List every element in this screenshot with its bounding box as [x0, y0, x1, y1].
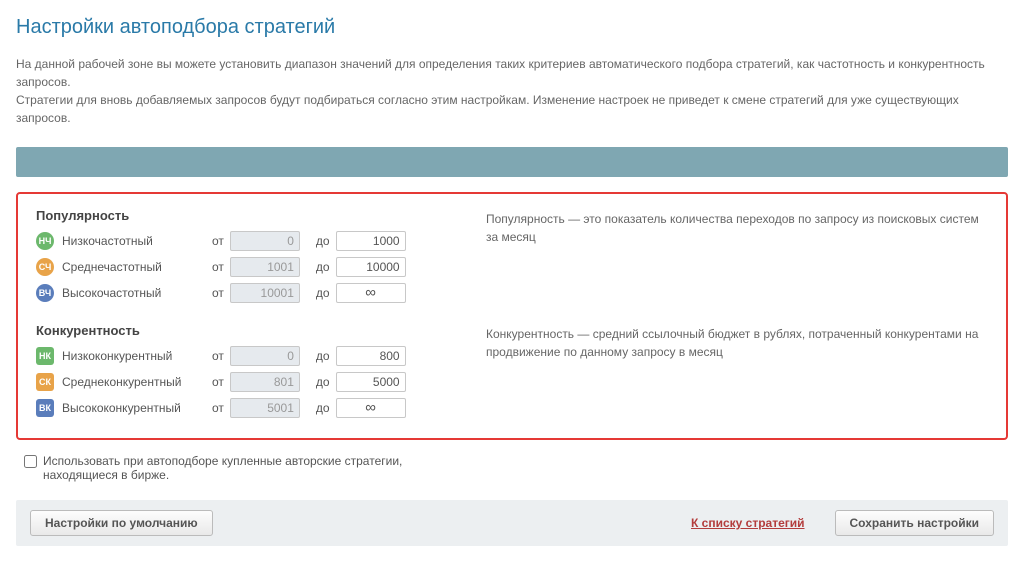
pop-high-to-infinity-icon: ∞	[336, 283, 406, 303]
competition-title: Конкурентность	[36, 323, 456, 338]
label-low-comp: Низкоконкурентный	[62, 349, 212, 363]
to-label: до	[316, 375, 330, 389]
badge-low-comp-icon: НК	[36, 347, 54, 365]
pop-low-from-input	[230, 231, 300, 251]
pop-mid-to-input[interactable]	[336, 257, 406, 277]
from-label: от	[212, 260, 224, 274]
to-label: до	[316, 401, 330, 415]
comp-high-to-infinity-icon: ∞	[336, 398, 406, 418]
badge-high-comp-icon: ВК	[36, 399, 54, 417]
description-p1: На данной рабочей зоне вы можете установ…	[16, 57, 985, 89]
strategies-list-link[interactable]: К списку стратегий	[691, 516, 805, 530]
description-p2: Стратегии для вновь добавляемых запросов…	[16, 93, 959, 125]
use-purchased-strategies-checkbox[interactable]	[24, 455, 37, 468]
header-bar	[16, 147, 1008, 177]
competition-row-mid: СК Среднеконкурентный от до	[36, 372, 456, 392]
comp-mid-to-input[interactable]	[336, 372, 406, 392]
label-high-comp: Высококонкурентный	[62, 401, 212, 415]
competition-row-low: НК Низкоконкурентный от до	[36, 346, 456, 366]
competition-row-high: ВК Высококонкурентный от до ∞	[36, 398, 456, 418]
from-label: от	[212, 401, 224, 415]
from-label: от	[212, 234, 224, 248]
label-low-freq: Низкочастотный	[62, 234, 212, 248]
from-label: от	[212, 375, 224, 389]
label-high-freq: Высокочастотный	[62, 286, 212, 300]
to-label: до	[316, 349, 330, 363]
defaults-button[interactable]: Настройки по умолчанию	[30, 510, 213, 536]
popularity-row-high: ВЧ Высокочастотный от до ∞	[36, 283, 456, 303]
label-mid-freq: Среднечастотный	[62, 260, 212, 274]
to-label: до	[316, 234, 330, 248]
comp-mid-from-input	[230, 372, 300, 392]
use-purchased-strategies-label: Использовать при автоподборе купленные а…	[43, 454, 423, 482]
popularity-row-low: НЧ Низкочастотный от до	[36, 231, 456, 251]
from-label: от	[212, 349, 224, 363]
pop-high-from-input	[230, 283, 300, 303]
badge-high-freq-icon: ВЧ	[36, 284, 54, 302]
badge-mid-freq-icon: СЧ	[36, 258, 54, 276]
pop-mid-from-input	[230, 257, 300, 277]
from-label: от	[212, 286, 224, 300]
popularity-title: Популярность	[36, 208, 456, 223]
comp-high-from-input	[230, 398, 300, 418]
to-label: до	[316, 260, 330, 274]
page-title: Настройки автоподбора стратегий	[16, 16, 1008, 39]
save-button[interactable]: Сохранить настройки	[835, 510, 994, 536]
badge-mid-comp-icon: СК	[36, 373, 54, 391]
competition-hint: Конкурентность — средний ссылочный бюдже…	[486, 323, 988, 361]
label-mid-comp: Среднеконкурентный	[62, 375, 212, 389]
settings-panel: Популярность НЧ Низкочастотный от до СЧ …	[16, 192, 1008, 440]
description: На данной рабочей зоне вы можете установ…	[16, 55, 1008, 127]
popularity-hint: Популярность — это показатель количества…	[486, 208, 988, 246]
pop-low-to-input[interactable]	[336, 231, 406, 251]
popularity-row-mid: СЧ Среднечастотный от до	[36, 257, 456, 277]
comp-low-from-input	[230, 346, 300, 366]
use-purchased-strategies-row[interactable]: Использовать при автоподборе купленные а…	[16, 454, 1008, 482]
badge-low-freq-icon: НЧ	[36, 232, 54, 250]
comp-low-to-input[interactable]	[336, 346, 406, 366]
to-label: до	[316, 286, 330, 300]
footer-bar: Настройки по умолчанию К списку стратеги…	[16, 500, 1008, 546]
